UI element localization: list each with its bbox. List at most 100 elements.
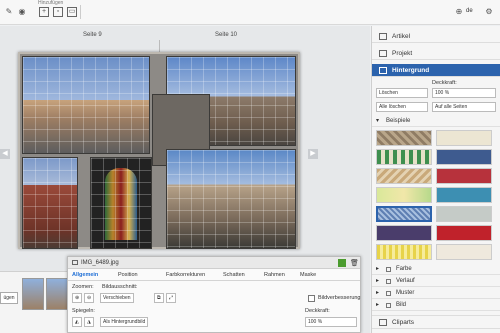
photo-filename: IMG_6489.jpg [81, 260, 119, 266]
zoom-in-icon[interactable]: ⊕ [72, 293, 82, 303]
subsection-color-label: Farbe [396, 266, 412, 272]
toolbar-divider [80, 5, 81, 19]
background-icon [379, 67, 387, 74]
pencil-icon[interactable]: ✎ [4, 7, 14, 17]
photo-market-square[interactable] [166, 149, 296, 249]
top-toolbar: Hinzufügen ✎ ◉ + ▫ ▭ ⊕ de ⚙ [0, 0, 500, 25]
collapse-icon: ▸ [376, 302, 380, 308]
delete-icon[interactable]: 🗑 [350, 259, 359, 267]
subsection-pattern[interactable]: ▸ Muster [372, 288, 500, 299]
swatch[interactable] [376, 244, 432, 260]
subsection-gradient-label: Verlauf [396, 278, 415, 284]
sidebar-opacity-select[interactable]: 100 % [432, 88, 496, 98]
opacity-select[interactable]: 100 % [305, 317, 357, 327]
color-icon [386, 267, 391, 272]
fit-icon[interactable]: ⤢ [166, 293, 176, 303]
enhance-label: Bildverbesserung [318, 295, 361, 301]
mirror-horizontal-icon[interactable]: ◭ [72, 317, 82, 327]
thumbnail[interactable] [22, 278, 44, 310]
delete-background-button[interactable]: Löschen [376, 88, 428, 98]
prev-page-arrow[interactable]: ◀ [0, 149, 10, 159]
insert-image-icon[interactable]: ▫ [53, 7, 63, 17]
section-project-label: Projekt [392, 50, 413, 57]
crop-label: Bildausschnitt: [102, 284, 138, 290]
tab-frame[interactable]: Rahmen [264, 272, 285, 278]
collapse-icon: ▸ [376, 278, 380, 284]
subsection-color[interactable]: ▸ Farbe [372, 264, 500, 275]
swatch[interactable] [436, 130, 492, 146]
swatch[interactable] [376, 130, 432, 146]
mirror-vertical-icon[interactable]: ◮ [84, 317, 94, 327]
section-background[interactable]: Hintergrund [372, 64, 500, 77]
swatch[interactable] [436, 187, 492, 203]
tab-mask[interactable]: Maske [300, 272, 316, 278]
image-icon [386, 303, 391, 308]
section-article-label: Artikel [392, 33, 411, 40]
swatch[interactable] [436, 149, 492, 165]
pattern-icon [386, 291, 391, 296]
swatch[interactable] [376, 149, 432, 165]
swatch-selected[interactable] [376, 206, 432, 222]
enhance-checkbox[interactable] [308, 295, 315, 302]
clipart-icon [379, 319, 387, 326]
collapse-icon: ▸ [376, 266, 380, 272]
subsection-image-label: Bild [396, 302, 407, 308]
page-label-left: Seite 9 [83, 32, 102, 38]
swatch[interactable] [436, 206, 492, 222]
gradient-icon [386, 279, 391, 284]
color-indicator[interactable] [338, 259, 346, 267]
page-divider [159, 40, 160, 52]
subsection-gradient[interactable]: ▸ Verlauf [372, 276, 500, 287]
photo-red-building[interactable] [22, 157, 78, 249]
sidebar-opacity-label: Deckkraft: [432, 80, 457, 86]
examples-label: Beispiele [386, 118, 411, 124]
tab-shadow[interactable]: Schatten [223, 272, 245, 278]
opacity-label: Deckkraft: [305, 308, 330, 314]
insert-frame-icon[interactable]: ▭ [67, 7, 77, 17]
mirror-label: Spiegeln: [72, 308, 95, 314]
eye-icon[interactable]: ◉ [17, 7, 27, 17]
tab-color-correction[interactable]: Farbkorrekturen [166, 272, 205, 278]
insert-text-icon[interactable]: + [39, 7, 49, 17]
swatch[interactable] [376, 187, 432, 203]
globe-icon[interactable]: ⊕ [454, 7, 464, 17]
add-thumbnail-button[interactable]: ügen [0, 292, 18, 304]
panel-tabs: Allgemein Position Farbkorrekturen Schat… [68, 270, 360, 281]
photo-spread[interactable] [18, 52, 300, 249]
examples-header[interactable]: ▾ Beispiele [372, 116, 500, 127]
crop-icon[interactable]: ⧉ [154, 293, 164, 303]
subsection-pattern-label: Muster [396, 290, 415, 296]
swatch[interactable] [376, 225, 432, 241]
swatch[interactable] [376, 168, 432, 184]
swatch[interactable] [436, 225, 492, 241]
image-icon [72, 260, 78, 265]
right-sidebar: Artikel Projekt Hintergrund Deckkraft: L… [371, 26, 500, 333]
section-project[interactable]: Projekt [372, 47, 500, 60]
photo-properties-panel: IMG_6489.jpg 🗑 Allgemein Position Farbko… [67, 256, 361, 333]
zoom-label: Zoomen: [72, 284, 94, 290]
apply-all-pages-button[interactable]: Auf alle Seiten [432, 102, 496, 112]
move-button[interactable]: Verschieben [100, 293, 134, 303]
panel-titlebar: IMG_6489.jpg 🗑 [68, 257, 360, 269]
tab-general[interactable]: Allgemein [72, 272, 98, 278]
article-icon [379, 33, 387, 40]
section-background-label: Hintergrund [392, 67, 430, 74]
section-cliparts[interactable]: Cliparts [372, 315, 500, 329]
settings-icon[interactable]: ⚙ [484, 7, 494, 17]
tab-position[interactable]: Position [118, 272, 138, 278]
zoom-out-icon[interactable]: ⊖ [84, 293, 94, 303]
project-icon [379, 50, 387, 57]
delete-all-button[interactable]: Alle löschen [376, 102, 428, 112]
photo-stained-glass[interactable] [90, 157, 152, 249]
page-label-right: Seite 10 [215, 32, 238, 38]
subsection-image[interactable]: ▸ Bild [372, 300, 500, 311]
thumbnail[interactable] [46, 278, 68, 310]
swatch[interactable] [436, 168, 492, 184]
language-label[interactable]: de [466, 8, 473, 14]
swatch[interactable] [436, 244, 492, 260]
expand-icon: ▾ [376, 118, 380, 124]
section-article[interactable]: Artikel [372, 30, 500, 43]
as-background-button[interactable]: Als Hintergrundbild [100, 317, 149, 327]
next-page-arrow[interactable]: ▶ [308, 149, 318, 159]
photo-town-square[interactable] [22, 56, 150, 154]
